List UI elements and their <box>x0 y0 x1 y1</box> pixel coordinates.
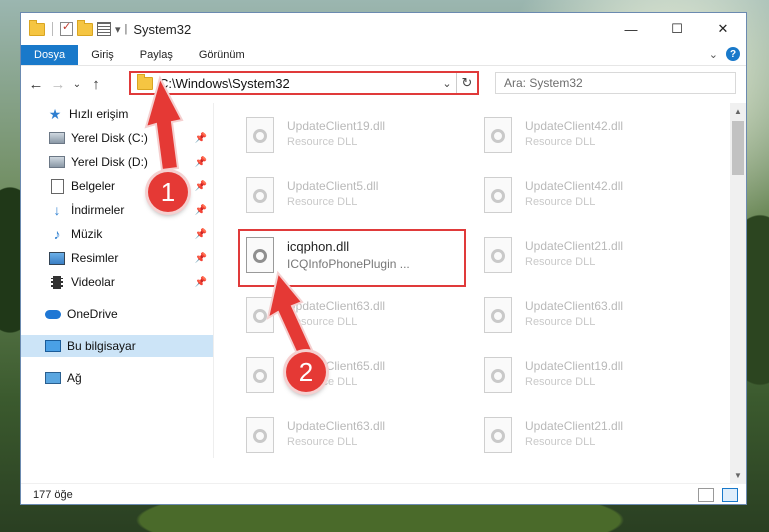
pointer-arrow-1 <box>144 75 184 172</box>
step-badge-2: 2 <box>286 352 326 392</box>
annotation-arrows <box>144 75 314 358</box>
pointer-arrow-2 <box>266 270 314 358</box>
step-badge-1: 1 <box>148 172 188 212</box>
